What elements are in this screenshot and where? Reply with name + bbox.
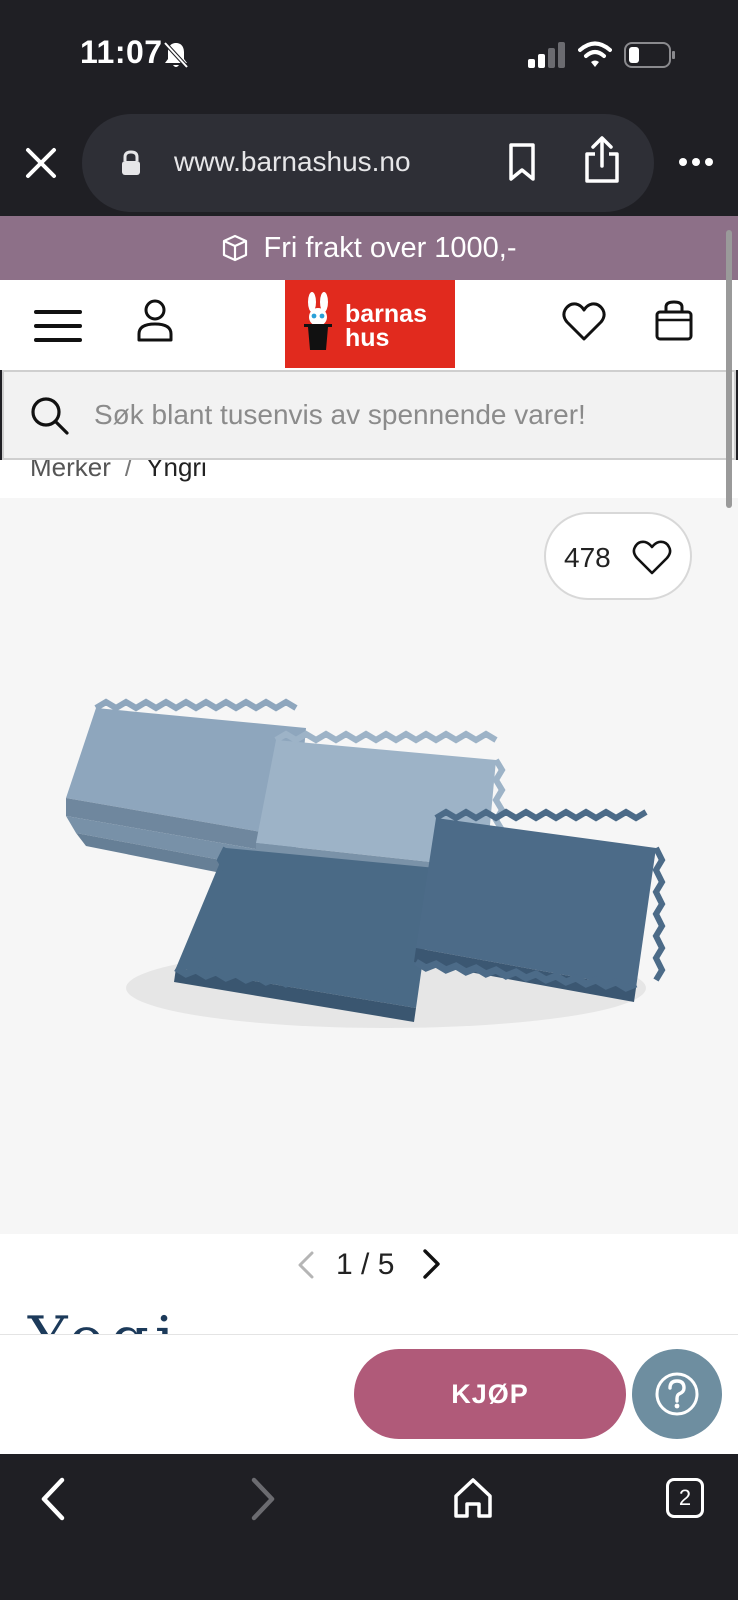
breadcrumb-separator: / <box>124 460 133 482</box>
address-bar[interactable]: www.barnashus.no <box>82 114 654 212</box>
lock-icon <box>122 150 140 175</box>
chevron-right-icon[interactable] <box>420 1248 442 1280</box>
like-button[interactable]: 478 <box>544 512 692 600</box>
search-input[interactable] <box>94 388 714 442</box>
forward-arrow-icon[interactable] <box>248 1476 278 1522</box>
brand-logo-peek: Yogi <box>0 1296 738 1334</box>
shopping-bag-icon[interactable] <box>654 300 694 342</box>
product-gallery[interactable]: 478 <box>0 498 738 1234</box>
menu-icon[interactable] <box>34 308 82 344</box>
home-icon[interactable] <box>452 1476 494 1520</box>
cellular-signal-icon <box>528 42 565 68</box>
breadcrumb-item-merker[interactable]: Merker <box>30 460 111 482</box>
heart-icon <box>632 540 672 575</box>
free-shipping-banner: Fri frakt over 1000,- <box>0 216 738 280</box>
image-pager: 1 / 5 <box>0 1234 738 1296</box>
user-account-icon[interactable] <box>136 298 174 342</box>
package-icon <box>223 234 248 262</box>
logo-line-1: barnas <box>345 300 427 328</box>
search-icon[interactable] <box>30 396 70 436</box>
bell-off-icon <box>163 41 189 69</box>
chevron-left-icon[interactable] <box>296 1250 316 1280</box>
brand-logo-text: Yogi <box>28 1304 180 1334</box>
question-mark-icon <box>655 1372 699 1416</box>
browser-top-bar: www.barnashus.no <box>0 110 738 216</box>
page-scrollbar[interactable] <box>726 230 732 508</box>
search-bar <box>2 370 736 460</box>
close-icon[interactable] <box>22 144 60 182</box>
buy-button[interactable]: KJØP <box>354 1349 626 1439</box>
wishlist-heart-icon[interactable] <box>562 302 606 342</box>
status-time: 11:07 <box>80 34 163 70</box>
like-count: 478 <box>564 542 611 573</box>
bookmark-icon[interactable] <box>506 142 538 182</box>
tabs-count-button[interactable]: 2 <box>666 1478 704 1518</box>
logo-wordmark: barnas hus <box>345 300 427 352</box>
battery-icon <box>624 42 675 68</box>
site-header: barnas hus <box>0 280 738 370</box>
help-button[interactable] <box>632 1349 722 1439</box>
breadcrumb: Merker / Yngri <box>0 460 738 498</box>
share-icon[interactable] <box>582 136 622 184</box>
wifi-icon <box>578 41 612 67</box>
breadcrumb-item-current[interactable]: Yngri <box>146 460 207 482</box>
browser-bottom-toolbar: 2 <box>0 1454 738 1600</box>
sticky-buy-bar: KJØP <box>0 1334 738 1454</box>
status-bar: 11:07 <box>0 0 738 110</box>
barnashus-logo[interactable]: barnas hus <box>285 280 455 368</box>
pager-position: 1 / 5 <box>336 1248 395 1281</box>
back-arrow-icon[interactable] <box>38 1476 68 1522</box>
tabs-count: 2 <box>678 1485 692 1510</box>
more-options-icon[interactable] <box>678 156 714 168</box>
logo-line-2: hus <box>345 324 390 352</box>
puzzle-foam-mat-image <box>66 698 666 1028</box>
url-text: www.barnashus.no <box>174 146 411 177</box>
promo-text: Fri frakt over 1000,- <box>263 231 517 264</box>
bunny-hat-icon <box>304 292 332 350</box>
